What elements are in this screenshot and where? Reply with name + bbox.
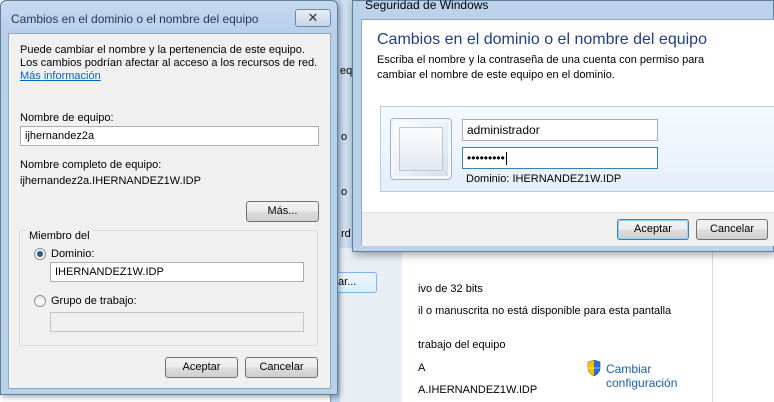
domain-label: Dominio: IHERNANDEZ1W.IDP <box>466 173 622 185</box>
close-icon: ✕ <box>307 10 319 25</box>
computer-name-input[interactable]: ijhernandez2a <box>20 126 319 146</box>
close-button[interactable]: ✕ <box>295 9 331 27</box>
full-computer-name-value: A.IHERNANDEZ1W.IDP <box>418 384 538 396</box>
username-input[interactable]: administrador <box>462 119 658 141</box>
computer-name-label: Nombre de equipo: <box>20 112 114 124</box>
dialog-description: Escriba el nombre y la contraseña de una… <box>377 53 767 83</box>
bg-button-fragment[interactable]: ar... <box>334 272 377 293</box>
bg-text-fragment: o <box>341 186 348 198</box>
uac-shield-icon <box>587 360 601 376</box>
change-settings-label: Cambiar <box>606 362 652 376</box>
domain-radio[interactable] <box>34 248 46 260</box>
cancel-button[interactable]: Cancelar <box>696 219 768 240</box>
text-caret <box>505 152 507 166</box>
radio-selected-dot <box>37 251 43 257</box>
computer-name-value: A <box>418 362 426 374</box>
ok-button[interactable]: Aceptar <box>617 219 689 240</box>
ok-button[interactable]: Aceptar <box>165 357 238 378</box>
password-input[interactable]: ••••••••• <box>462 147 658 169</box>
bg-panel-edge <box>712 248 774 402</box>
change-settings-label: configuración <box>606 376 678 390</box>
user-picture-frame <box>399 127 443 171</box>
bg-text-fragment: rd <box>341 228 351 240</box>
domain-radio-label: Dominio: <box>51 248 95 260</box>
change-settings-link[interactable]: Cambiar configuración <box>606 362 677 390</box>
dialog-footer: Aceptar Cancelar <box>362 212 774 246</box>
description-line: Escriba el nombre y la contraseña de una… <box>377 54 705 66</box>
workgroup-radio-label: Grupo de trabajo: <box>51 295 137 307</box>
description-line: cambiar el nombre de este equipo en el d… <box>377 69 615 81</box>
workgroup-input[interactable] <box>50 312 304 332</box>
window-title: Seguridad de Windows <box>365 0 489 12</box>
computer-name-dialog: Cambios en el dominio o el nombre del eq… <box>0 0 338 395</box>
more-info-link[interactable]: Más información <box>20 70 101 82</box>
domain-input[interactable]: IHERNANDEZ1W.IDP <box>50 262 304 282</box>
user-picture-icon <box>390 118 452 180</box>
intro-text-content: Puede cambiar el nombre y la pertenencia… <box>20 44 318 69</box>
workgroup-section-title: trabajo del equipo <box>418 339 506 351</box>
credential-panel: Cambios en el dominio o el nombre del eq… <box>361 19 774 246</box>
workgroup-radio[interactable] <box>34 295 46 307</box>
more-info-link-text: Más <box>20 70 41 82</box>
dialog-heading: Cambios en el dominio o el nombre del eq… <box>377 31 707 48</box>
more-button[interactable]: Más... <box>246 201 319 222</box>
pen-input-text: il o manuscrita no está disponible para … <box>418 305 672 317</box>
os-type-text: ivo de 32 bits <box>418 283 483 295</box>
cancel-button[interactable]: Cancelar <box>245 357 318 378</box>
more-info-link-text: información <box>43 70 101 82</box>
windows-security-dialog: Seguridad de Windows Cambios en el domin… <box>352 0 774 252</box>
bg-text-fragment: o <box>341 131 348 143</box>
intro-text: Puede cambiar el nombre y la pertenencia… <box>20 44 320 83</box>
password-mask: ••••••••• <box>467 151 505 165</box>
full-name-label: Nombre completo de equipo: <box>20 159 162 171</box>
full-name-value: ijhernandez2a.IHERNANDEZ1W.IDP <box>20 175 201 187</box>
member-of-label: Miembro del <box>27 230 92 242</box>
dialog-title: Cambios en el dominio o el nombre del eq… <box>11 12 259 26</box>
